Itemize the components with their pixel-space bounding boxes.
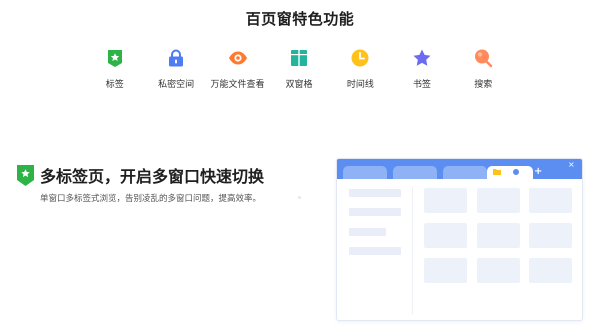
illustration-grid-cell bbox=[424, 258, 467, 283]
feature-private-space[interactable]: 私密空间 bbox=[145, 48, 206, 90]
illustration-grid-cell bbox=[477, 223, 520, 248]
illustration-grid-cell bbox=[529, 258, 572, 283]
tag-star-icon bbox=[107, 50, 122, 67]
illustration-tab bbox=[443, 166, 487, 179]
illustration-grid-cell bbox=[529, 188, 572, 213]
feature-search[interactable]: 搜索 bbox=[453, 48, 514, 90]
feature-file-viewer-label: 万能文件查看 bbox=[210, 80, 265, 90]
section-heading: 多标签页，开启多窗口快速切换 bbox=[40, 167, 265, 186]
tab-status-dot bbox=[513, 169, 519, 175]
feature-file-viewer[interactable]: 万能文件查看 bbox=[207, 48, 268, 90]
dual-pane-icon bbox=[290, 50, 307, 66]
feature-tags[interactable]: 标签 bbox=[84, 48, 145, 90]
new-tab-plus-icon: + bbox=[534, 166, 543, 177]
feature-private-space-label: 私密空间 bbox=[158, 80, 195, 90]
search-icon bbox=[475, 49, 493, 68]
browser-illustration: + × bbox=[336, 158, 583, 321]
feature-dual-pane[interactable]: 双窗格 bbox=[268, 48, 329, 90]
feature-list: 标签 私密空间 万能文件查看 双窗格 时间线 书签 搜索 bbox=[84, 48, 514, 90]
feature-dual-pane-label: 双窗格 bbox=[285, 80, 313, 90]
page-title: 百页窗特色功能 bbox=[245, 10, 355, 28]
lock-icon bbox=[169, 49, 184, 67]
illustration-grid-cell bbox=[424, 223, 467, 248]
feature-bookmarks-label: 书签 bbox=[412, 80, 431, 90]
feature-bookmarks[interactable]: 书签 bbox=[391, 48, 452, 90]
tag-star-icon bbox=[17, 165, 34, 186]
clock-icon bbox=[351, 49, 369, 67]
illustration-sidebar-line bbox=[349, 189, 401, 197]
illustration-sidebar-line bbox=[349, 228, 386, 236]
feature-timeline-label: 时间线 bbox=[346, 80, 374, 90]
illustration-tab bbox=[393, 166, 437, 179]
illustration-sidebar-line bbox=[349, 247, 401, 255]
bookmark-star-icon bbox=[413, 49, 431, 66]
feature-search-label: 搜索 bbox=[474, 80, 493, 90]
close-icon: × bbox=[568, 160, 575, 169]
feature-tags-label: 标签 bbox=[105, 80, 124, 90]
illustration-tab bbox=[343, 166, 387, 179]
eye-icon bbox=[228, 51, 247, 65]
illustration-tab-active bbox=[487, 166, 533, 179]
folder-icon bbox=[493, 169, 501, 175]
illustration-grid-cell bbox=[477, 258, 520, 283]
illustration-sidebar-line bbox=[349, 208, 401, 216]
illustration-grid-cell bbox=[529, 223, 572, 248]
feature-timeline[interactable]: 时间线 bbox=[330, 48, 391, 90]
illustration-divider bbox=[412, 187, 413, 314]
decorative-dot bbox=[298, 196, 301, 199]
illustration-grid-cell bbox=[424, 188, 467, 213]
illustration-grid-cell bbox=[477, 188, 520, 213]
section-description: 单窗口多标签式浏览，告别凌乱的多窗口问题，提高效率。 bbox=[40, 194, 262, 204]
